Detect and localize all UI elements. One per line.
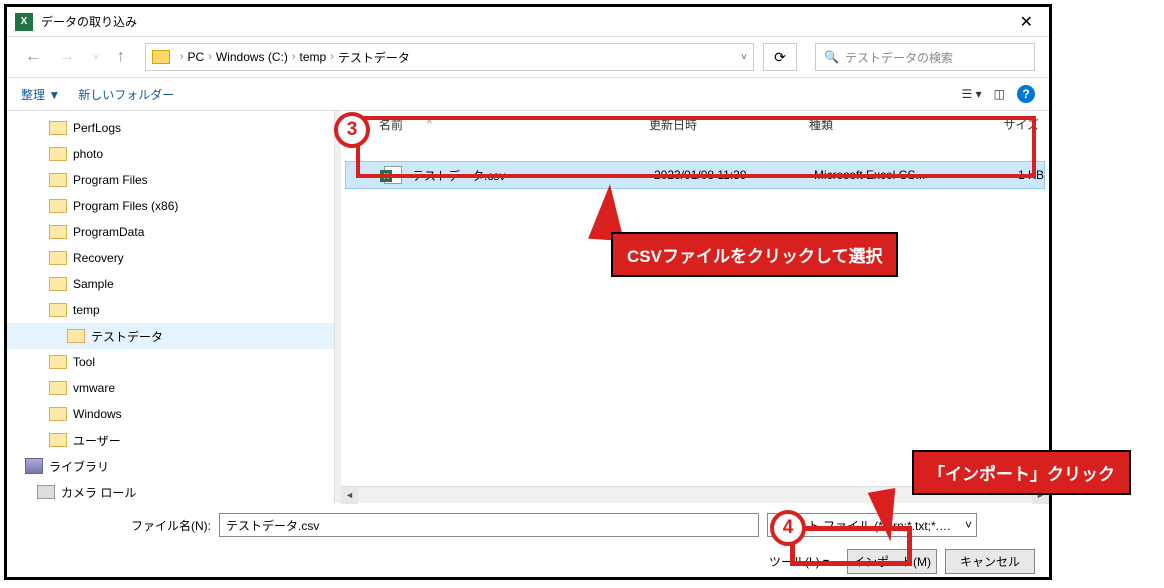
folder-icon — [49, 199, 67, 213]
search-input[interactable]: 🔍 テストデータの検索 — [815, 43, 1035, 71]
folder-icon — [152, 50, 170, 64]
annotation-box — [356, 116, 1036, 178]
folder-icon — [49, 381, 67, 395]
forward-button[interactable]: → — [55, 46, 79, 68]
scroll-left-button[interactable]: ◄ — [341, 487, 358, 504]
tree-item: Program Files (x86) — [7, 193, 334, 219]
tree-item: photo — [7, 141, 334, 167]
filename-input[interactable] — [219, 513, 759, 537]
breadcrumb-item[interactable]: PC — [188, 50, 205, 64]
cancel-button[interactable]: キャンセル — [945, 549, 1035, 574]
search-icon: 🔍 — [824, 50, 839, 64]
folder-icon — [67, 329, 85, 343]
tree-item: Windows — [7, 401, 334, 427]
toolbar: 整理 ▼ 新しいフォルダー ☰ ▾ ◫ ? — [7, 77, 1049, 111]
camera-icon — [37, 485, 55, 499]
excel-icon: X — [15, 13, 33, 31]
chevron-right-icon: › — [292, 51, 296, 63]
breadcrumb-item[interactable]: テストデータ — [338, 49, 410, 66]
callout-select-csv: CSVファイルをクリックして選択 — [611, 232, 898, 277]
organize-menu[interactable]: 整理 ▼ — [21, 86, 60, 103]
library-icon — [25, 458, 43, 474]
folder-icon — [49, 147, 67, 161]
tree-item: Program Files — [7, 167, 334, 193]
step-badge-3: 3 — [334, 112, 370, 148]
search-placeholder: テストデータの検索 — [845, 49, 953, 66]
tree-item-cameraroll: カメラ ロール — [7, 479, 334, 503]
new-folder-button[interactable]: 新しいフォルダー — [78, 86, 174, 103]
navigation-bar: ← → ˅ ↑ › PC › Windows (C:) › temp › テスト… — [7, 37, 1049, 77]
titlebar: X データの取り込み ✕ — [7, 7, 1049, 37]
tree-item-selected: テストデータ — [7, 323, 334, 349]
callout-click-import: 「インポート」クリック — [912, 450, 1131, 495]
tree-item: temp — [7, 297, 334, 323]
folder-icon — [49, 121, 67, 135]
refresh-button[interactable]: ⟳ — [763, 43, 797, 71]
chevron-right-icon: › — [330, 51, 334, 63]
folder-icon — [49, 173, 67, 187]
back-button[interactable]: ← — [21, 46, 45, 68]
help-button[interactable]: ? — [1017, 85, 1035, 103]
folder-icon — [49, 251, 67, 265]
folder-icon — [49, 433, 67, 447]
window-title: データの取り込み — [41, 13, 1012, 30]
breadcrumb-item[interactable]: temp — [300, 50, 327, 64]
chevron-right-icon: › — [180, 51, 184, 63]
folder-icon — [49, 303, 67, 317]
chevron-down-icon: ˅ — [965, 518, 972, 532]
folder-icon — [49, 225, 67, 239]
tree-item: Sample — [7, 271, 334, 297]
tree-item: Tool — [7, 349, 334, 375]
chevron-right-icon: › — [208, 51, 212, 63]
filename-label: ファイル名(N): — [131, 517, 211, 534]
folder-icon — [49, 277, 67, 291]
tree-item: PerfLogs — [7, 115, 334, 141]
step-badge-4: 4 — [770, 510, 806, 546]
tree-item: ProgramData — [7, 219, 334, 245]
up-button[interactable]: ↑ — [113, 46, 129, 68]
breadcrumb[interactable]: › PC › Windows (C:) › temp › テストデータ ˅ — [145, 43, 754, 71]
folder-icon — [49, 407, 67, 421]
folder-icon — [49, 355, 67, 369]
preview-pane-button[interactable]: ◫ — [994, 87, 1005, 101]
folder-tree[interactable]: PerfLogs photo Program Files Program Fil… — [7, 111, 335, 503]
close-button[interactable]: ✕ — [1012, 12, 1041, 32]
breadcrumb-item[interactable]: Windows (C:) — [216, 50, 288, 64]
recent-dropdown[interactable]: ˅ — [89, 50, 103, 65]
tree-item: ユーザー — [7, 427, 334, 453]
tree-item-libraries: ライブラリ — [7, 453, 334, 479]
view-mode-button[interactable]: ☰ ▾ — [962, 87, 982, 101]
breadcrumb-dropdown[interactable]: ˅ — [741, 52, 747, 63]
tree-item: Recovery — [7, 245, 334, 271]
tree-item: vmware — [7, 375, 334, 401]
